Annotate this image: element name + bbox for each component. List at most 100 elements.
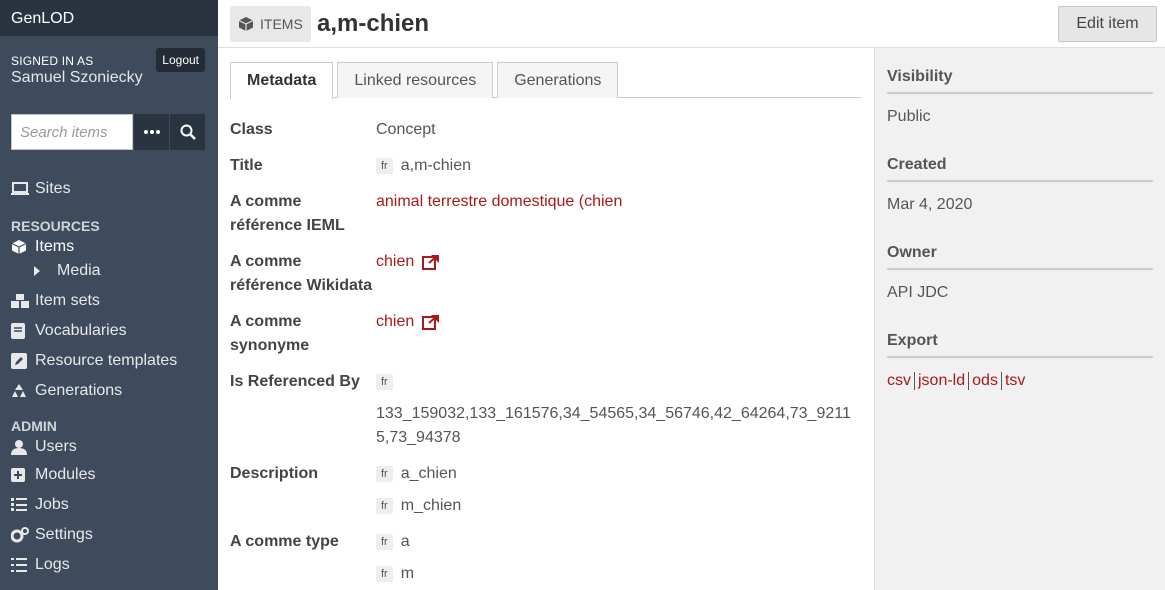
property-label: Title bbox=[230, 157, 263, 174]
list-icon bbox=[11, 558, 35, 572]
section-title: Export bbox=[887, 324, 1153, 358]
cogs-icon bbox=[11, 527, 35, 543]
property-ieml: A comme référence IEML animal terrestre … bbox=[230, 190, 861, 238]
external-link-icon[interactable] bbox=[422, 314, 440, 330]
property-value: a,m-chien bbox=[400, 157, 471, 174]
property-label: A comme synonyme bbox=[230, 313, 310, 354]
user-panel: SIGNED IN AS Samuel Szoniecky Logout bbox=[0, 36, 218, 100]
property-referenced-by: Is Referenced By fr 133_159032,133_16157… bbox=[230, 370, 861, 450]
tab-metadata[interactable]: Metadata bbox=[230, 62, 334, 99]
visibility-section: Visibility Public bbox=[887, 60, 1153, 126]
property-value: m_chien bbox=[400, 497, 462, 514]
edit-item-button[interactable]: Edit item bbox=[1058, 6, 1157, 42]
sidebar-item-label: Items bbox=[35, 238, 75, 255]
property-synonyme: A comme synonyme chien bbox=[230, 310, 861, 358]
property-list: Class Concept Title fr a,m-chien A comme … bbox=[230, 118, 861, 590]
breadcrumb[interactable]: ITEMS bbox=[230, 6, 311, 42]
export-section: Export csv json-ld ods tsv bbox=[887, 324, 1153, 390]
property-label: A comme référence Wikidata bbox=[230, 253, 373, 294]
export-ods-link[interactable]: ods bbox=[969, 372, 1002, 390]
tab-linked-resources[interactable]: Linked resources bbox=[337, 62, 494, 98]
nav-section-admin: ADMIN bbox=[11, 418, 57, 434]
sidebar-item-label: Modules bbox=[35, 466, 96, 483]
main-content: Metadata Linked resources Generations Cl… bbox=[218, 48, 874, 590]
property-class: Class Concept bbox=[230, 118, 861, 142]
sidebar-item-generations[interactable]: Generations bbox=[0, 376, 218, 406]
sidebar-item-label: Jobs bbox=[35, 496, 69, 513]
language-badge: fr bbox=[376, 157, 393, 174]
search-input[interactable] bbox=[11, 114, 133, 150]
sidebar-item-users[interactable]: Users bbox=[0, 434, 218, 460]
caret-right-icon bbox=[33, 266, 57, 276]
visibility-value: Public bbox=[887, 108, 931, 125]
property-type: A comme type fr a fr m bbox=[230, 530, 861, 586]
sidebar-item-label: Generations bbox=[35, 382, 123, 399]
language-badge: fr bbox=[376, 565, 393, 582]
book-icon bbox=[11, 323, 35, 339]
uri-link[interactable]: chien bbox=[376, 313, 414, 330]
language-badge: fr bbox=[376, 533, 393, 550]
nav-section-resources: RESOURCES bbox=[11, 218, 100, 234]
advanced-search-button[interactable] bbox=[134, 114, 169, 150]
resource-link[interactable]: animal terrestre domestique (chien bbox=[376, 193, 622, 210]
sidebar-item-label: Sites bbox=[35, 180, 71, 197]
export-links: csv json-ld ods tsv bbox=[887, 358, 1153, 390]
section-title: Owner bbox=[887, 236, 1153, 270]
ellipsis-icon bbox=[143, 130, 160, 134]
laptop-icon bbox=[11, 182, 35, 196]
sidebar-item-item-sets[interactable]: Item sets bbox=[0, 286, 218, 316]
sidebar-item-jobs[interactable]: Jobs bbox=[0, 490, 218, 520]
tasks-icon bbox=[11, 498, 35, 512]
user-icon bbox=[11, 439, 35, 455]
search-button[interactable] bbox=[170, 114, 205, 150]
sidebar-item-label: Users bbox=[35, 438, 77, 455]
section-title: Created bbox=[887, 148, 1153, 182]
property-value: m bbox=[400, 565, 415, 582]
tab-bar: Metadata Linked resources Generations bbox=[230, 62, 861, 99]
owner-section: Owner API JDC bbox=[887, 236, 1153, 302]
tab-generations[interactable]: Generations bbox=[497, 62, 619, 98]
sidebar-item-logs[interactable]: Logs bbox=[0, 550, 218, 580]
owner-value: API JDC bbox=[887, 284, 949, 301]
property-label: Is Referenced By bbox=[230, 373, 360, 390]
logout-button[interactable]: Logout bbox=[156, 48, 205, 72]
sidebar-item-vocabularies[interactable]: Vocabularies bbox=[0, 316, 218, 346]
section-title: Visibility bbox=[887, 60, 1153, 94]
sidebar-nav: Sites RESOURCES Items Media Item sets Vo… bbox=[0, 174, 218, 580]
breadcrumb-label: ITEMS bbox=[260, 16, 303, 32]
property-label: A comme référence IEML bbox=[230, 193, 345, 234]
sidebar-item-label: Resource templates bbox=[35, 352, 178, 369]
brand-logo[interactable]: GenLOD bbox=[0, 0, 218, 36]
sidebar-item-label: Item sets bbox=[35, 292, 100, 309]
sidebar-item-resource-templates[interactable]: Resource templates bbox=[0, 346, 218, 376]
cube-icon bbox=[238, 16, 254, 32]
property-label: Class bbox=[230, 121, 273, 138]
pencil-square-icon bbox=[11, 353, 35, 369]
property-value: a_chien bbox=[400, 465, 457, 482]
sidebar-item-label: Settings bbox=[35, 526, 93, 543]
sidebar-item-items[interactable]: Items bbox=[0, 234, 218, 260]
page-title: a,m-chien bbox=[317, 10, 430, 37]
sidebar-item-label: Media bbox=[57, 262, 101, 279]
sidebar-item-media[interactable]: Media bbox=[0, 260, 218, 282]
sidebar-item-modules[interactable]: Modules bbox=[0, 460, 218, 490]
property-label: Description bbox=[230, 465, 319, 482]
uri-link[interactable]: chien bbox=[376, 253, 414, 270]
language-badge: fr bbox=[376, 465, 393, 482]
created-value: Mar 4, 2020 bbox=[887, 196, 973, 213]
cube-icon bbox=[11, 239, 35, 255]
external-link-icon[interactable] bbox=[422, 254, 440, 270]
export-csv-link[interactable]: csv bbox=[887, 372, 915, 390]
export-json-ld-link[interactable]: json-ld bbox=[915, 372, 970, 390]
recycle-icon bbox=[11, 383, 35, 399]
property-label: A comme type bbox=[230, 533, 339, 550]
sidebar-item-sites[interactable]: Sites bbox=[0, 174, 218, 204]
property-description: Description fr a_chien fr m_chien bbox=[230, 462, 861, 518]
cubes-icon bbox=[11, 293, 35, 309]
sidebar-item-label: Logs bbox=[35, 556, 70, 573]
page-header: ITEMS a,m-chien Edit item bbox=[218, 0, 1165, 48]
export-tsv-link[interactable]: tsv bbox=[1002, 372, 1028, 390]
item-meta-panel: Visibility Public Created Mar 4, 2020 Ow… bbox=[874, 48, 1165, 590]
sidebar-item-settings[interactable]: Settings bbox=[0, 520, 218, 550]
property-value: Concept bbox=[376, 121, 436, 138]
